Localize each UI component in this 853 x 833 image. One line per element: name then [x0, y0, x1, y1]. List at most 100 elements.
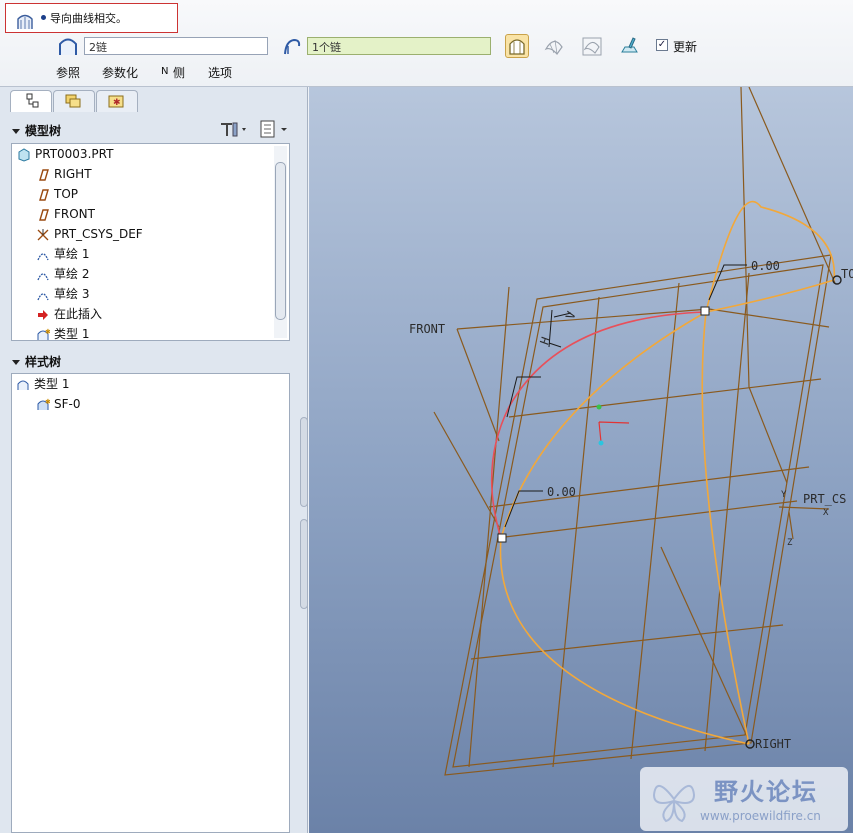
approx-surface-icon	[582, 37, 602, 56]
style-feature-icon	[17, 380, 29, 390]
dimension-value[interactable]: 0.00	[547, 485, 576, 499]
model-tree-scrollbar[interactable]	[274, 146, 287, 338]
pen-surface-icon	[621, 37, 638, 53]
butterfly-logo-icon	[652, 785, 696, 823]
style-feature-icon: ✱	[37, 328, 50, 340]
tab-parameterization[interactable]: 参数化	[102, 64, 138, 81]
tree-item-insert-here[interactable]: 在此插入	[36, 305, 102, 323]
tree-item-label: 类型 1	[34, 377, 70, 391]
tab-references[interactable]: 参照	[56, 64, 80, 81]
show-settings-icon[interactable]	[258, 119, 292, 139]
dim-leader	[506, 376, 541, 418]
datum-plane-right	[660, 87, 836, 742]
tree-item-label: 草绘 2	[54, 267, 90, 281]
style-tree-header[interactable]: 样式树	[12, 353, 61, 370]
curve-point	[700, 306, 710, 316]
surface-mode-button[interactable]	[505, 34, 529, 58]
datum-plane-icon	[39, 208, 49, 221]
label-top: TO	[841, 267, 853, 281]
tab-options[interactable]: 选项	[208, 64, 232, 81]
tree-item-label: 类型 1	[54, 327, 90, 341]
watermark-title: 野火论坛	[714, 778, 818, 806]
label-v: V	[563, 310, 579, 322]
tree-item-part[interactable]: PRT0003.PRT	[17, 145, 113, 163]
model-tree-list[interactable]: PRT0003.PRT RIGHT TOP FRONT PRT_CSYS_DEF…	[11, 143, 290, 341]
grid-line	[508, 378, 822, 418]
tree-item-sketch3[interactable]: 草绘 3	[36, 285, 89, 303]
surface-icon	[509, 39, 525, 55]
update-label: 更新	[673, 40, 698, 54]
proe-window: 导向曲线相交。 2链 1个链 ✓ 更新 参照 参数化 N 侧 选项 ✱ 模型树 …	[0, 0, 853, 833]
dimension-value[interactable]: 0.00	[751, 259, 780, 273]
grid-line	[504, 500, 798, 538]
tab-favorites[interactable]: ✱	[96, 90, 138, 112]
tree-item-label: RIGHT	[54, 167, 92, 181]
part-icon	[18, 147, 30, 162]
tree-item-sketch1[interactable]: 草绘 1	[36, 245, 89, 263]
first-direction-chain-field[interactable]: 2链	[84, 37, 268, 55]
sketch-icon	[37, 292, 49, 300]
tree-item-front[interactable]: FRONT	[36, 205, 95, 223]
sketch-icon	[37, 252, 49, 260]
tree-item-csys[interactable]: PRT_CSYS_DEF	[36, 225, 143, 243]
guide-curve-orange	[499, 200, 836, 745]
style-tree-list[interactable]: 类型 1 ✱ SF-0	[11, 373, 290, 833]
tab-side[interactable]: 侧	[173, 64, 185, 81]
label-right: RIGHT	[755, 737, 791, 751]
second-direction-chain-field[interactable]: 1个链	[307, 37, 491, 55]
forum-watermark: 野火论坛 www.proewildfire.cn	[640, 767, 848, 831]
svg-text:✱: ✱	[45, 398, 50, 406]
label-front: FRONT	[409, 322, 445, 336]
tree-icon	[26, 93, 39, 108]
boundary-blend-icon	[17, 14, 33, 29]
grid-line	[468, 286, 510, 768]
axis-label-x: X	[823, 508, 829, 518]
axis-label-z: Z	[787, 538, 793, 548]
tab-side-prefix: N	[161, 66, 169, 77]
tree-item-label: TOP	[54, 187, 79, 201]
approximate-blend-button[interactable]	[580, 34, 604, 58]
model-view: FRONT TO RIGHT PRT_CS 0.00 0.00 H V Y X …	[409, 87, 853, 776]
insert-arrow-icon	[38, 309, 48, 320]
grid-line	[488, 466, 810, 508]
tab-folder-browser[interactable]	[53, 90, 95, 112]
second-direction-icon[interactable]	[282, 36, 302, 58]
datum-plane-icon	[39, 168, 49, 181]
tree-item-label: PRT0003.PRT	[35, 147, 114, 161]
tree-item-sketch2[interactable]: 草绘 2	[36, 265, 89, 283]
mesh-surface-icon	[544, 39, 563, 55]
view-triad	[598, 421, 630, 443]
curve-point	[497, 533, 507, 543]
panel-splitter-handle[interactable]	[300, 519, 308, 609]
grid-line	[552, 296, 600, 768]
model-tree-header[interactable]: 模型树	[12, 122, 61, 139]
message-area: 导向曲线相交。	[5, 3, 178, 33]
coordinate-system-icon	[37, 228, 49, 240]
sketch-icon	[37, 272, 49, 280]
style-tree-item-sf0[interactable]: ✱ SF-0	[36, 395, 80, 413]
graphics-window[interactable]: FRONT TO RIGHT PRT_CS 0.00 0.00 H V Y X …	[309, 87, 853, 833]
tree-item-label: 草绘 3	[54, 287, 90, 301]
favorites-folder-icon: ✱	[108, 95, 124, 108]
tree-item-right[interactable]: RIGHT	[36, 165, 92, 183]
tree-item-label: PRT_CSYS_DEF	[54, 227, 143, 241]
message-bullet-icon	[41, 15, 46, 20]
tree-item-label: FRONT	[54, 207, 95, 221]
style-tree-item-style1[interactable]: 类型 1	[16, 375, 69, 393]
blend-option-button[interactable]	[542, 34, 566, 58]
panel-splitter-handle[interactable]	[300, 417, 308, 507]
message-text: 导向曲线相交。	[50, 12, 127, 25]
tree-item-top[interactable]: TOP	[36, 185, 78, 203]
label-h: H	[537, 335, 553, 347]
tree-tools-icon[interactable]	[218, 119, 252, 139]
tree-item-label: 草绘 1	[54, 247, 90, 261]
feature-dashboard: 导向曲线相交。 2链 1个链 ✓ 更新 参照 参数化 N 侧 选项	[0, 0, 853, 87]
first-direction-icon[interactable]	[58, 36, 78, 58]
update-checkbox[interactable]: ✓	[656, 39, 668, 51]
tree-item-style1[interactable]: ✱ 类型 1	[36, 325, 89, 343]
tree-item-label: 在此插入	[54, 307, 103, 321]
display-option-button[interactable]	[618, 34, 642, 58]
datum-plane-icon	[39, 188, 49, 201]
tab-model-tree[interactable]	[10, 90, 52, 112]
svg-text:✱: ✱	[45, 328, 50, 336]
